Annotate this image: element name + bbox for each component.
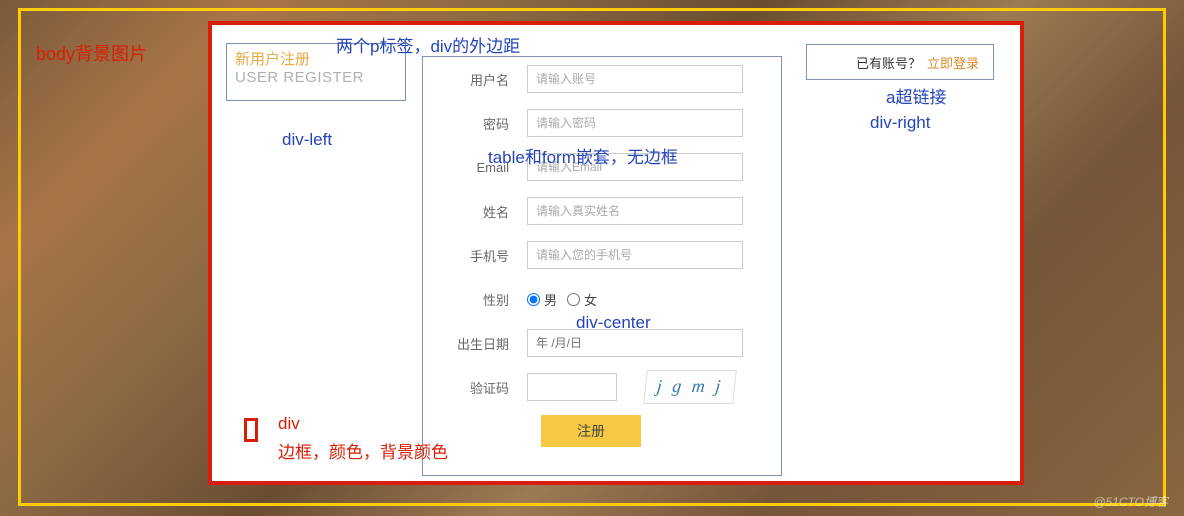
phone-label: 手机号 — [433, 246, 527, 265]
annotation-border-color: 边框，颜色，背景颜色 — [278, 438, 448, 463]
small-red-box-icon — [244, 418, 258, 442]
captcha-image[interactable]: j g m j — [643, 370, 737, 404]
birthday-input[interactable] — [527, 329, 743, 357]
annotation-div-right: div-right — [870, 113, 930, 133]
birthday-label: 出生日期 — [433, 334, 527, 353]
annotation-div-center: div-center — [576, 313, 651, 333]
password-label: 密码 — [433, 114, 527, 133]
gender-label: 性别 — [433, 290, 527, 309]
gender-female-radio[interactable] — [567, 293, 580, 306]
login-link[interactable]: 立即登录 — [927, 53, 979, 72]
gender-female-text: 女 — [584, 290, 597, 309]
annotation-body-bg: body背景图片 — [36, 40, 147, 66]
captcha-input[interactable] — [527, 373, 617, 401]
annotation-div-left: div-left — [282, 130, 332, 150]
center-form-panel: 用户名 密码 Email 姓名 手机号 性别 男 女 出生日期 验证码 j g … — [422, 56, 782, 476]
realname-input[interactable] — [527, 197, 743, 225]
annotation-div: div — [278, 414, 300, 434]
captcha-label: 验证码 — [433, 378, 527, 397]
annotation-p-margin: 两个p标签，div的外边距 — [336, 32, 520, 57]
gender-male-radio[interactable] — [527, 293, 540, 306]
username-input[interactable] — [527, 65, 743, 93]
username-label: 用户名 — [433, 70, 527, 89]
login-prompt: 已有账号？ — [856, 53, 921, 72]
submit-button[interactable]: 注册 — [541, 415, 641, 447]
phone-input[interactable] — [527, 241, 743, 269]
realname-label: 姓名 — [433, 202, 527, 221]
password-input[interactable] — [527, 109, 743, 137]
annotation-a-link: a超链接 — [886, 83, 946, 108]
watermark: @51CTO博客 — [1093, 493, 1168, 510]
register-title-en: USER REGISTER — [235, 69, 397, 86]
right-panel: 已有账号？ 立即登录 — [806, 44, 994, 80]
gender-male-text: 男 — [544, 290, 557, 309]
annotation-table-form: table和form嵌套，无边框 — [488, 143, 678, 168]
